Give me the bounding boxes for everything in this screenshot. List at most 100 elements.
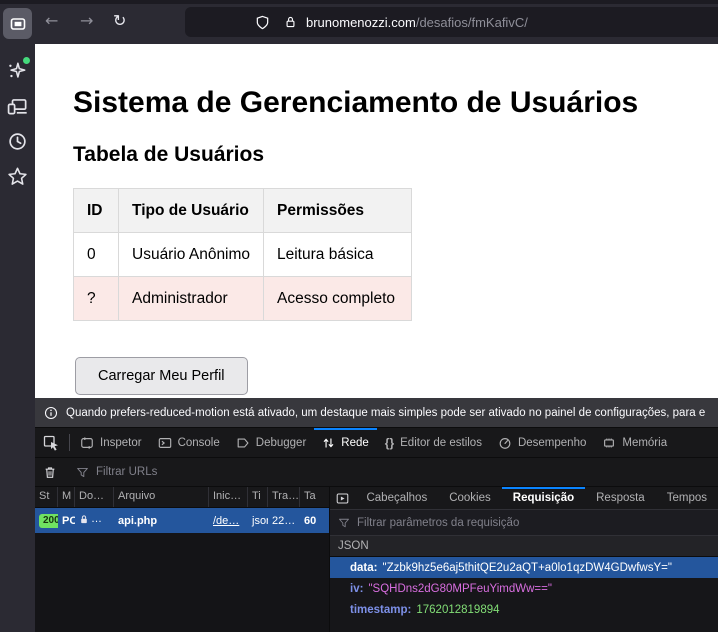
url-bar[interactable]: brunomenozzi.com/desafios/fmKafivC/	[185, 7, 718, 37]
tab-requisicao[interactable]: Requisição	[502, 487, 585, 509]
table-cell: 0	[74, 233, 119, 277]
clear-requests-icon[interactable]	[35, 465, 65, 480]
filter-funnel-icon	[338, 517, 350, 529]
web-page-content: Sistema de Gerenciamento de Usuários Tab…	[35, 44, 718, 398]
col-header-tipo: Tipo de Usuário	[119, 189, 264, 233]
param-row-timestamp[interactable]: timestamp 1762012819894	[330, 599, 718, 620]
param-value: 1762012819894	[416, 604, 499, 616]
tab-resposta[interactable]: Resposta	[585, 487, 656, 509]
network-filter-bar: Filtrar URLs	[35, 458, 718, 487]
table-cell: Leitura básica	[264, 233, 412, 277]
param-value: "SQHDns2dG80MPFeuYimdWw=="	[368, 583, 552, 595]
load-profile-button[interactable]: Carregar Meu Perfil	[75, 357, 248, 395]
request-details-panel: Cabeçalhos Cookies Requisição Resposta T…	[330, 487, 718, 632]
filter-urls-input[interactable]: Filtrar URLs	[96, 466, 157, 478]
devtools-panel: Inspetor Console Debugger Rede {} Editor…	[35, 428, 718, 632]
col-initiator[interactable]: Inic…	[209, 487, 248, 507]
tab-inspetor[interactable]: Inspetor	[72, 428, 150, 457]
filter-params-input[interactable]: Filtrar parâmetros da requisição	[357, 517, 519, 529]
json-section-label: JSON	[338, 540, 369, 552]
table-cell: Administrador	[119, 277, 264, 321]
param-row-data[interactable]: data "Zzbk9hz5e6aj5thitQE2u2aQT+a0lo1qzD…	[330, 557, 718, 578]
col-transferred[interactable]: Tra…	[268, 487, 300, 507]
block-request-icon[interactable]	[330, 487, 355, 509]
info-icon	[44, 406, 58, 420]
tab-memoria[interactable]: Memória	[594, 428, 675, 457]
ai-chatbot-icon[interactable]	[7, 60, 28, 81]
tab-editor-de-estilos[interactable]: {} Editor de estilos	[377, 428, 490, 457]
domain-ellipsis: …	[91, 513, 102, 525]
method-cell: POST	[58, 515, 75, 527]
tab-debugger[interactable]: Debugger	[228, 428, 315, 457]
col-domain[interactable]: Do…	[75, 487, 114, 507]
tab-tempos[interactable]: Tempos	[656, 487, 718, 509]
status-badge: 200	[39, 514, 58, 528]
bookmarks-icon[interactable]	[7, 166, 28, 187]
network-icon	[322, 436, 335, 450]
ai-notification-dot	[23, 57, 30, 64]
page-subtitle: Tabela de Usuários	[73, 143, 264, 167]
infobar-text: Quando prefers-reduced-motion está ativa…	[66, 407, 705, 419]
reload-button[interactable]: ↻	[113, 11, 126, 31]
col-header-permissoes: Permissões	[264, 189, 412, 233]
param-key: data	[350, 562, 383, 574]
sidebar-toggle-icon	[10, 16, 26, 32]
debugger-icon	[236, 436, 250, 450]
request-row-api-php[interactable]: 200 POST … api.php /de… json 22… 60	[35, 508, 329, 533]
details-tabbar: Cabeçalhos Cookies Requisição Resposta T…	[330, 487, 718, 510]
browser-sidebar	[0, 44, 35, 632]
page-title: Sistema de Gerenciamento de Usuários	[73, 86, 638, 120]
tab-cabecalhos[interactable]: Cabeçalhos	[355, 487, 438, 509]
tab-label: Editor de estilos	[400, 437, 482, 449]
table-cell: ?	[74, 277, 119, 321]
col-method[interactable]: M	[58, 487, 75, 507]
inspector-icon	[80, 436, 94, 450]
col-type[interactable]: Ti	[248, 487, 268, 507]
params-filter-bar: Filtrar parâmetros da requisição	[330, 510, 718, 536]
col-file[interactable]: Arquivo	[114, 487, 209, 507]
tab-console[interactable]: Console	[150, 428, 228, 457]
reduced-motion-infobar: Quando prefers-reduced-motion está ativa…	[35, 398, 718, 428]
initiator-cell[interactable]: /de…	[209, 515, 248, 527]
pick-element-icon[interactable]	[35, 428, 67, 457]
url-path: /desafios/fmKafivC/	[416, 15, 528, 30]
param-key: iv	[350, 583, 368, 595]
tracking-shield-icon[interactable]	[255, 15, 270, 30]
network-column-headers: St M Do… Arquivo Inic… Ti Tra… Ta	[35, 487, 329, 508]
param-row-iv[interactable]: iv "SQHDns2dG80MPFeuYimdWw=="	[330, 578, 718, 599]
browser-toolbar: ← → ↻ brunomenozzi.com/desafios/fmKafivC…	[0, 0, 718, 44]
json-section-header[interactable]: JSON	[330, 536, 718, 557]
param-key: timestamp	[350, 604, 416, 616]
firefox-window: ← → ↻ brunomenozzi.com/desafios/fmKafivC…	[0, 0, 718, 632]
table-cell: Usuário Anônimo	[119, 233, 264, 277]
filter-funnel-icon	[76, 466, 89, 479]
tab-rede[interactable]: Rede	[314, 428, 377, 457]
window-top-strip	[0, 0, 718, 4]
tab-label: Desempenho	[518, 437, 586, 449]
toolbar-separator	[69, 434, 70, 451]
console-icon	[158, 436, 172, 450]
memory-icon	[602, 436, 616, 450]
url-text: brunomenozzi.com/desafios/fmKafivC/	[306, 15, 528, 30]
col-header-id: ID	[74, 189, 119, 233]
devtools-tabbar: Inspetor Console Debugger Rede {} Editor…	[35, 428, 718, 458]
https-lock-icon	[79, 514, 89, 525]
style-editor-icon: {}	[385, 436, 394, 450]
col-size[interactable]: Ta	[300, 487, 330, 507]
sidebar-toggle-button[interactable]	[3, 8, 32, 39]
tab-label: Rede	[341, 437, 369, 449]
param-value: "Zzbk9hz5e6aj5thitQE2u2aQT+a0lo1qzDW4GDw…	[383, 562, 672, 574]
lock-icon[interactable]	[284, 15, 297, 29]
url-domain: brunomenozzi.com	[306, 15, 416, 30]
back-button[interactable]: ←	[45, 11, 58, 31]
tab-cookies[interactable]: Cookies	[438, 487, 502, 509]
tab-label: Inspetor	[100, 437, 142, 449]
size-cell: 60	[300, 515, 330, 527]
forward-button[interactable]: →	[80, 11, 93, 31]
col-status[interactable]: St	[35, 487, 58, 507]
tab-label: Debugger	[256, 437, 307, 449]
synced-tabs-icon[interactable]	[7, 96, 28, 117]
domain-cell: …	[75, 513, 114, 528]
tab-desempenho[interactable]: Desempenho	[490, 428, 594, 457]
history-icon[interactable]	[7, 131, 28, 152]
